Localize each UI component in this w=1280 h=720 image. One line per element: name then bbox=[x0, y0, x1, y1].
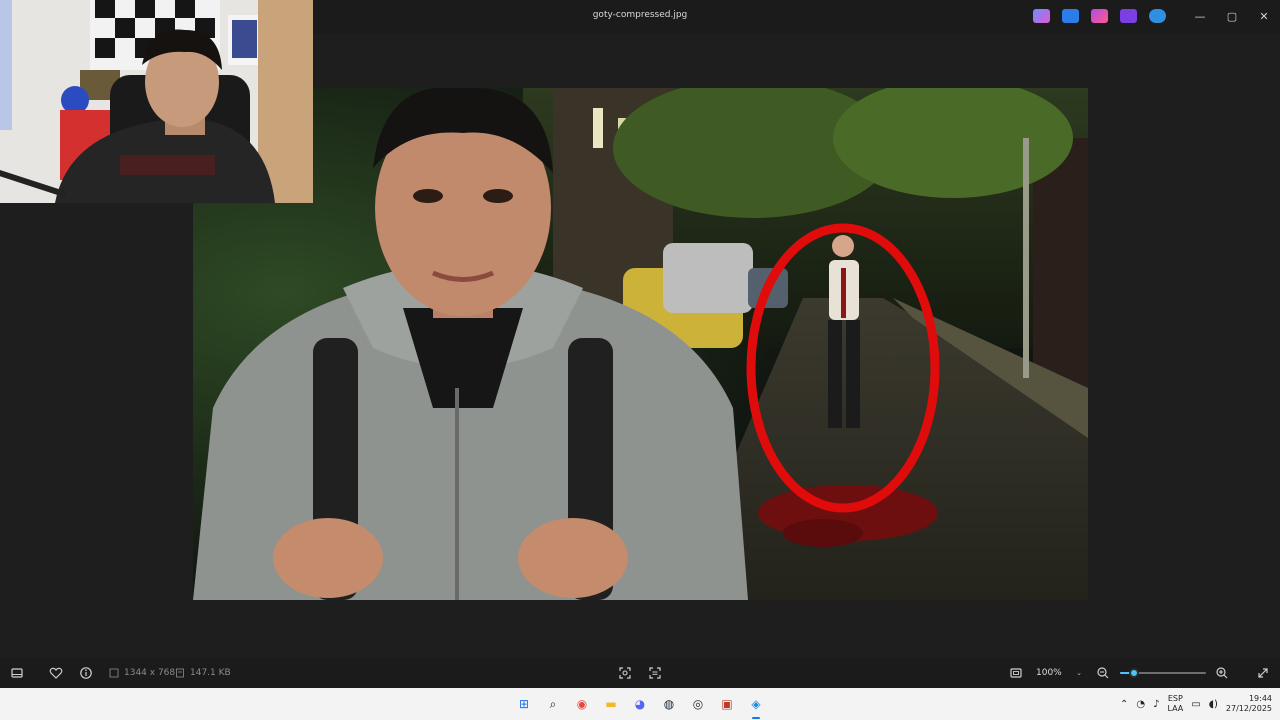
input-language[interactable]: ESP LAA bbox=[1167, 694, 1183, 714]
file-size-text: 147.1 KB bbox=[190, 668, 231, 678]
clipchamp-icon[interactable] bbox=[1120, 9, 1137, 23]
viewer-toolbar: 1344 x 768 147.1 KB 100% ⌄ bbox=[0, 658, 1280, 688]
webcam-overlay bbox=[0, 0, 313, 203]
start-taskbar-button[interactable]: ⊞ bbox=[512, 692, 536, 716]
chrome-taskbar-button[interactable]: ◉ bbox=[570, 692, 594, 716]
zoom-level-value: 100% bbox=[1036, 668, 1062, 678]
resolution-icon bbox=[109, 668, 119, 678]
search-icon: ⌕ bbox=[549, 696, 557, 711]
clock[interactable]: 19:44 27/12/2025 bbox=[1226, 694, 1272, 714]
zoom-in-icon bbox=[1216, 667, 1228, 679]
keyboard-layout: LAA bbox=[1167, 704, 1184, 713]
photos-app-window: goty-compressed.jpg — ▢ ✕ 1344 x 768 147… bbox=[0, 0, 1280, 720]
language-code: ESP bbox=[1167, 694, 1183, 703]
volume-icon[interactable]: ◖) bbox=[1209, 699, 1218, 710]
displayed-photo[interactable] bbox=[193, 88, 1088, 600]
zoom-level-dropdown[interactable]: 100% ⌄ bbox=[1030, 665, 1088, 681]
close-button[interactable]: ✕ bbox=[1248, 0, 1280, 32]
file-size-icon bbox=[176, 668, 184, 678]
game-app-icon: ▣ bbox=[721, 697, 733, 711]
photo-artwork bbox=[193, 88, 1088, 600]
obs-taskbar-button[interactable]: ◎ bbox=[686, 692, 710, 716]
start-icon: ⊞ bbox=[518, 697, 530, 711]
zoom-out-button[interactable] bbox=[1096, 658, 1110, 688]
onedrive-icon[interactable] bbox=[1149, 9, 1166, 23]
image-dimensions: 1344 x 768 bbox=[108, 658, 175, 688]
dimensions-text: 1344 x 768 bbox=[124, 668, 176, 678]
display-icon[interactable]: ▭ bbox=[1191, 699, 1200, 710]
search-taskbar-button[interactable]: ⌕ bbox=[541, 692, 565, 716]
title-bar-app-actions bbox=[1033, 9, 1166, 23]
scan-text-icon bbox=[649, 667, 661, 679]
scan-text-button[interactable] bbox=[648, 658, 662, 688]
chrome-icon: ◉ bbox=[576, 697, 588, 711]
game-app-taskbar-button[interactable]: ▣ bbox=[715, 692, 739, 716]
discord-taskbar-button[interactable]: ◕ bbox=[628, 692, 652, 716]
copilot-icon[interactable] bbox=[1033, 9, 1050, 23]
photos-icon: ◈ bbox=[751, 697, 761, 711]
favorite-button[interactable] bbox=[49, 658, 63, 688]
heart-icon bbox=[49, 667, 63, 679]
webcam-feed bbox=[0, 0, 313, 203]
chevron-up-icon[interactable]: ⌃ bbox=[1120, 699, 1128, 710]
discord-icon: ◕ bbox=[634, 697, 646, 711]
file-size: 147.1 KB bbox=[174, 658, 231, 688]
file-explorer-icon: ▬ bbox=[605, 697, 617, 711]
photos-taskbar-button[interactable]: ◈ bbox=[744, 692, 768, 719]
zoom-in-button[interactable] bbox=[1215, 658, 1229, 688]
clock-date: 27/12/2025 bbox=[1225, 704, 1272, 713]
file-explorer-taskbar-button[interactable]: ▬ bbox=[599, 692, 623, 716]
network-app-icon[interactable]: ◔ bbox=[1136, 699, 1145, 710]
obs-icon: ◎ bbox=[692, 697, 704, 711]
visual-search-icon bbox=[619, 667, 631, 679]
steam-icon: ◍ bbox=[663, 697, 675, 711]
expand-icon bbox=[1258, 668, 1268, 678]
zoom-slider[interactable] bbox=[1120, 668, 1206, 678]
minimize-button[interactable]: — bbox=[1184, 0, 1216, 32]
info-icon bbox=[80, 667, 92, 679]
file-info-button[interactable] bbox=[79, 658, 93, 688]
clock-time: 19:44 bbox=[1248, 694, 1272, 703]
fit-to-window-button[interactable] bbox=[1009, 658, 1023, 688]
photos-edit-icon[interactable] bbox=[1062, 9, 1079, 23]
maximize-button[interactable]: ▢ bbox=[1216, 0, 1248, 32]
filmstrip-button[interactable] bbox=[10, 658, 24, 688]
zoom-slider-thumb[interactable] bbox=[1128, 668, 1139, 678]
visual-search-button[interactable] bbox=[618, 658, 632, 688]
system-tray: ⌃ ◔ ♪ ESP LAA ▭ ◖) 19:44 27/12/2025 bbox=[1120, 688, 1272, 720]
windows-taskbar: ⊞ ⌕ ◉ ▬ ◕ ◍ ◎ ▣ ◈ ⌃ ◔ ♪ ESP LAA ▭ ◖) 19:44 27/12… bbox=[0, 688, 1280, 720]
steam-taskbar-button[interactable]: ◍ bbox=[657, 692, 681, 716]
window-controls: — ▢ ✕ bbox=[1184, 0, 1280, 32]
designer-icon[interactable] bbox=[1091, 9, 1108, 23]
microphone-icon[interactable]: ♪ bbox=[1153, 699, 1159, 710]
fit-window-icon bbox=[1010, 668, 1022, 678]
full-screen-button[interactable] bbox=[1256, 658, 1270, 688]
filmstrip-icon bbox=[11, 668, 23, 678]
chevron-down-icon: ⌄ bbox=[1076, 669, 1082, 677]
taskbar-apps: ⊞ ⌕ ◉ ▬ ◕ ◍ ◎ ▣ ◈ bbox=[512, 692, 768, 719]
zoom-out-icon bbox=[1097, 667, 1109, 679]
